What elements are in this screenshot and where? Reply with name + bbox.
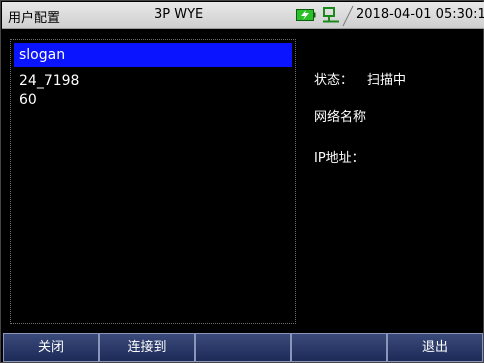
close-button[interactable]: 关闭 xyxy=(3,333,99,362)
title-bar: 用户配置 3P WYE 2018-04-01 05:30:18 xyxy=(2,2,484,29)
connect-button[interactable]: 连接到 xyxy=(99,333,195,362)
status-value: 扫描中 xyxy=(367,73,407,88)
list-item[interactable]: 60 xyxy=(14,91,292,109)
list-item[interactable]: slogan xyxy=(14,43,292,67)
network-icon xyxy=(323,7,339,23)
exit-button[interactable]: 退出 xyxy=(387,333,483,362)
status-label: 状态： xyxy=(314,73,354,88)
page-title: 用户配置 xyxy=(8,11,61,26)
softkey-4[interactable] xyxy=(291,333,387,362)
battery-charging-icon xyxy=(296,9,316,21)
list-item[interactable]: 24_7198 xyxy=(14,72,292,90)
ip-address-label: IP地址： xyxy=(314,151,365,166)
divider-icon xyxy=(342,5,354,27)
datetime: 2018-04-01 05:30:18 xyxy=(356,7,484,22)
softkey-3[interactable] xyxy=(195,333,291,362)
network-name-label: 网络名称 xyxy=(314,110,367,125)
wiring-mode: 3P WYE xyxy=(154,7,204,22)
network-list[interactable]: slogan 24_7198 60 xyxy=(10,39,296,324)
device-screen: 用户配置 3P WYE 2018-04-01 05:30:18 slogan 2… xyxy=(0,0,484,363)
softkey-bar: 关闭 连接到 退出 xyxy=(3,333,483,362)
